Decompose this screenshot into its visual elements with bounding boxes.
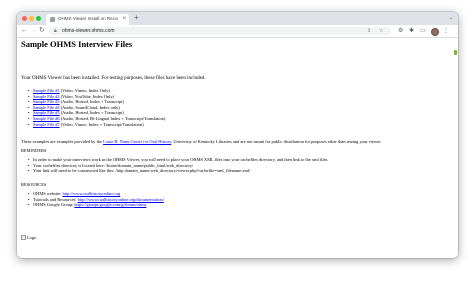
list-item: OHMS Google Group: https://groups.google… xyxy=(21,202,164,208)
file-description: (Video, YouTube, Index Only) xyxy=(59,93,115,99)
resource-label: OHMS website: xyxy=(33,191,63,196)
menu-dots-icon[interactable]: ⋮ xyxy=(443,27,449,35)
reminders-heading: REMINDERS xyxy=(21,148,47,153)
resource-link[interactable]: http://www.oralhistoryonline.org/documen… xyxy=(78,197,164,202)
file-description: (Video, Vimeo, Index + Transcript/Transl… xyxy=(59,121,144,127)
sample-file-link[interactable]: Sample File #4 xyxy=(33,105,60,110)
maximize-window-button[interactable] xyxy=(36,16,41,21)
logo-alt-text: Logo xyxy=(27,235,37,240)
sample-file-link[interactable]: Sample File #3 xyxy=(33,99,60,104)
list-item: Sample File #7 (Video, Vimeo, Index + Tr… xyxy=(21,122,165,128)
share-icon[interactable]: ⇪ xyxy=(367,28,371,34)
sample-files-list: Sample File #1 (Video, Vimeo, Index Only… xyxy=(21,88,165,127)
logo: Logo xyxy=(21,235,36,240)
examples-note: These examples are examples provided by … xyxy=(21,139,381,144)
tab-ohms-viewer[interactable]: OHMS Viewer Install on Recor... × xyxy=(46,14,129,25)
bookmark-star-icon[interactable]: ☆ xyxy=(379,28,383,34)
reminders-list: In order to make your interviews work in… xyxy=(21,157,328,174)
browser-toolbar: ← → ↻ 🔒︎ ohms-viewer.ohms.com ⇪ ☆ ⚙ ✱ ▭ … xyxy=(17,25,458,38)
resource-link[interactable]: https://groups.google.com/g/forum/ohms xyxy=(74,202,146,207)
forward-arrow-icon[interactable]: → xyxy=(30,26,37,36)
tab-favicon-icon xyxy=(50,17,55,22)
broken-image-icon xyxy=(21,235,26,240)
sample-file-link[interactable]: Sample File #5 xyxy=(33,110,60,115)
file-description: (Audio, Hosted, Bi-Lingual Index + Trans… xyxy=(59,115,166,121)
examples-prefix: These examples are examples provided by … xyxy=(21,139,104,144)
scroll-indicator[interactable] xyxy=(454,50,457,55)
resource-link[interactable]: http://www.oralhistoryonline.org xyxy=(63,191,121,196)
sidebar-icon[interactable]: ▭ xyxy=(420,27,426,35)
file-description: (Audio, Hosted, Index + Transcript) xyxy=(59,110,124,116)
file-description: (Audio, Hosted, Index + Transcript) xyxy=(59,99,124,105)
file-description: (Video, Vimeo, Index Only) xyxy=(59,88,110,93)
new-tab-button[interactable]: + xyxy=(134,13,139,23)
nunn-center-link[interactable]: Louie B. Nunn Center for Oral History xyxy=(103,139,171,144)
page-title: Sample OHMS Interview Files xyxy=(21,39,133,49)
file-description: (Audio, SoundCloud, Index only) xyxy=(59,104,120,110)
lock-icon[interactable]: 🔒︎ xyxy=(54,28,57,34)
reload-icon[interactable]: ↻ xyxy=(39,26,45,36)
examples-suffix: , University of Kentucky Libraries and a… xyxy=(171,139,382,144)
resource-label: Tutorials and Resources: xyxy=(33,196,78,202)
tab-search-icon[interactable]: ⌄ xyxy=(449,14,453,22)
url-text[interactable]: ohms-viewer.ohms.com xyxy=(62,28,115,34)
list-item: Your link will need to be constructed li… xyxy=(21,168,328,174)
puzzle-icon[interactable]: ✱ xyxy=(409,27,414,35)
sample-file-link[interactable]: Sample File #1 xyxy=(33,88,60,93)
sample-file-link[interactable]: Sample File #6 xyxy=(33,116,60,121)
tab-strip: OHMS Viewer Install on Recor... × + ⌄ xyxy=(17,12,458,25)
extension-icon[interactable]: ⚙ xyxy=(398,27,403,35)
close-window-button[interactable] xyxy=(22,16,27,21)
resource-label: OHMS Google Group: xyxy=(33,202,75,208)
tab-title: OHMS Viewer Install on Recor... xyxy=(58,16,118,21)
back-arrow-icon[interactable]: ← xyxy=(21,26,28,36)
intro-text: Your OHMS Viewer has been installed. For… xyxy=(21,76,206,81)
tab-close-icon[interactable]: × xyxy=(122,15,126,23)
profile-avatar-icon[interactable] xyxy=(431,28,439,36)
resources-list: OHMS website: http://www.oralhistoryonli… xyxy=(21,191,164,208)
sample-file-link[interactable]: Sample File #7 xyxy=(33,122,60,127)
page-viewport: Sample OHMS Interview Files Your OHMS Vi… xyxy=(17,38,458,258)
minimize-window-button[interactable] xyxy=(29,16,34,21)
browser-window: OHMS Viewer Install on Recor... × + ⌄ ← … xyxy=(17,12,458,258)
address-bar[interactable]: 🔒︎ ohms-viewer.ohms.com ⇪ ☆ xyxy=(49,27,391,35)
sample-file-link[interactable]: Sample File #2 xyxy=(33,94,60,99)
resources-heading: RESOURCES xyxy=(21,182,47,187)
